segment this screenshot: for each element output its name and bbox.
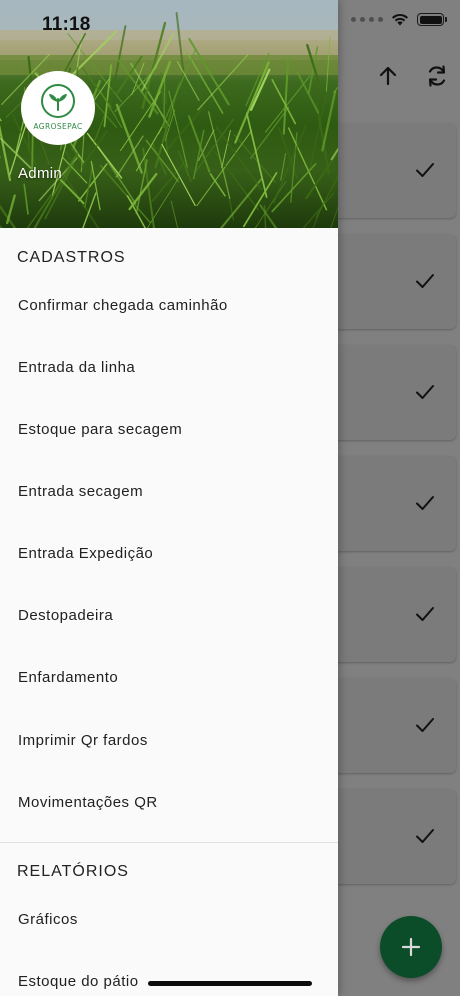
menu-item[interactable]: Imprimir Qr fardos (0, 709, 338, 771)
grass-blade (219, 178, 263, 228)
grass-blade (99, 164, 151, 224)
section-divider (0, 842, 338, 843)
status-time: 11:18 (42, 14, 91, 35)
check-icon (416, 829, 434, 843)
user-name: Admin (18, 165, 63, 182)
toolbar (378, 64, 448, 88)
grass-blade (330, 147, 338, 161)
menu-item[interactable]: Movimentações QR (0, 771, 338, 833)
list-card[interactable] (330, 789, 456, 884)
drawer-header: 11:18 AGROSEPAC Admin (0, 0, 338, 228)
list-card[interactable] (330, 234, 456, 329)
menu-item[interactable]: Entrada secagem (0, 460, 338, 522)
check-icon (416, 274, 434, 288)
status-bar-right (351, 13, 447, 26)
grass-blade (59, 179, 85, 205)
add-fab-button[interactable] (380, 916, 442, 978)
list-card[interactable] (330, 345, 456, 440)
menu-item[interactable]: Estoque do pátio (0, 950, 338, 996)
plus-icon (401, 937, 421, 957)
grass-blade (271, 78, 297, 125)
company-logo: AGROSEPAC (21, 71, 95, 145)
navigation-drawer: 11:18 AGROSEPAC Admin CADASTROS Confirma… (0, 0, 338, 996)
list-card[interactable] (330, 678, 456, 773)
check-icon (416, 496, 434, 510)
grass-blade (165, 78, 167, 105)
menu-item[interactable]: Entrada Expedição (0, 522, 338, 584)
grass-blade (302, 192, 335, 228)
check-icon (416, 718, 434, 732)
wifi-icon (392, 13, 408, 26)
check-icon (416, 607, 434, 621)
signal-icon (351, 17, 383, 22)
menu-item[interactable]: Gráficos (0, 888, 338, 950)
menu-item[interactable]: Estoque para secagem (0, 398, 338, 460)
leaf-icon (41, 83, 75, 118)
grass-blade (263, 204, 267, 228)
list-card[interactable] (330, 456, 456, 551)
grass-blade (23, 183, 29, 215)
list-card[interactable] (330, 567, 456, 662)
grass-blade (82, 192, 97, 228)
refresh-icon[interactable] (426, 64, 448, 88)
grass-blade (115, 103, 143, 174)
grass-blade (84, 164, 94, 208)
grass-blade (136, 126, 163, 172)
section-title-relatorios: RELATÓRIOS (17, 863, 129, 880)
section-title-cadastros: CADASTROS (17, 249, 126, 266)
menu-item[interactable]: Entrada da linha (0, 336, 338, 398)
menu-item[interactable]: Confirmar chegada caminhão (0, 274, 338, 336)
arrow-up-icon[interactable] (378, 66, 398, 86)
grass-blade (0, 124, 12, 182)
list-card[interactable] (330, 123, 456, 218)
grass-blade (330, 206, 338, 228)
grass-blade (259, 204, 278, 228)
logo-text: AGROSEPAC (33, 121, 83, 131)
grass-blade (249, 68, 271, 111)
grass-blade (170, 200, 179, 228)
grass-blade (5, 194, 16, 225)
home-indicator[interactable] (148, 981, 312, 986)
grass-blade (315, 102, 330, 175)
grass-blade (81, 130, 108, 168)
check-icon (416, 385, 434, 399)
menu-item[interactable]: Enfardamento (0, 646, 338, 708)
menu-item[interactable]: Destopadeira (0, 584, 338, 646)
check-icon (416, 163, 434, 177)
battery-icon (417, 13, 447, 26)
